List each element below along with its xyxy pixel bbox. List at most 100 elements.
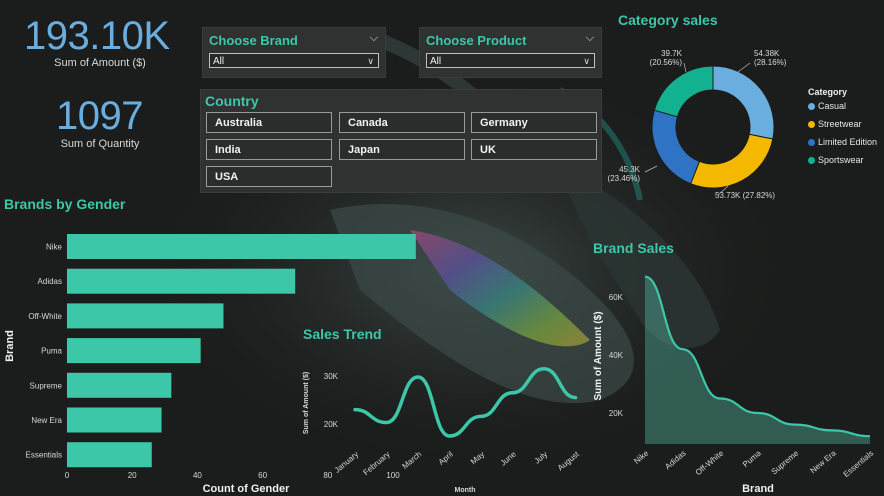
x-tick-label: Supreme	[770, 448, 801, 476]
donut-data-label-line: 53.73K (27.82%)	[715, 191, 775, 200]
x-tick-label: Puma	[741, 448, 763, 469]
country-option-usa[interactable]: USA	[206, 166, 332, 187]
legend-item-sportswear[interactable]: Sportswear	[808, 155, 864, 165]
bar-supreme	[67, 372, 172, 398]
bar-essentials	[67, 442, 152, 468]
legend-dot	[808, 102, 815, 110]
bar-category-label: Puma	[41, 347, 62, 356]
bar-offwhite	[67, 303, 224, 329]
brand-dropdown[interactable]: All ∨	[209, 53, 379, 68]
country-option-canada[interactable]: Canada	[339, 112, 465, 133]
x-axis-title: Month	[455, 487, 476, 494]
data-label-leader	[683, 62, 687, 73]
bar-category-label: New Era	[31, 416, 62, 425]
donut-data-label-line: 54.38K	[754, 49, 780, 58]
x-axis-title: Count of Gender	[203, 483, 290, 495]
bar-category-label: Nike	[46, 243, 63, 252]
product-slicer: Choose Product ⌵ All ∨	[419, 27, 602, 78]
x-tick-label: March	[400, 450, 423, 471]
legend-label: Sportswear	[818, 155, 864, 165]
legend-dot	[808, 156, 815, 164]
country-option-india[interactable]: India	[206, 139, 332, 160]
donut-data-label-line: 45.3K	[619, 165, 641, 174]
donut-data-label: 39.7K (20.56%)	[650, 49, 683, 67]
x-tick-label: Off-White	[694, 448, 726, 477]
sales-trend-line	[353, 367, 578, 438]
legend-item-streetwear[interactable]: Streetwear	[808, 119, 862, 129]
country-slicer-title: Country	[205, 93, 259, 109]
brand-sales-title: Brand Sales	[593, 240, 674, 256]
x-tick-label: July	[533, 450, 550, 466]
legend-dot	[808, 138, 815, 146]
amount-kpi-value: 193.10K	[24, 14, 170, 58]
legend-item-limited-edition[interactable]: Limited Edition	[808, 137, 877, 147]
sales-trend-chart: 20K 30K January February March April May June Ju…	[303, 367, 581, 494]
country-option-australia[interactable]: Australia	[206, 112, 332, 133]
bar-puma	[67, 338, 201, 364]
x-tick-label: Adidas	[663, 449, 688, 472]
brand-slicer: Choose Brand ⌵ All ∨	[202, 27, 386, 78]
donut-data-label-line: 39.7K	[661, 49, 683, 58]
chevron-down-icon[interactable]: ⌵	[370, 32, 378, 45]
data-label-leader	[737, 62, 751, 73]
x-tick-label: 0	[65, 471, 70, 480]
data-label-leader	[644, 165, 658, 173]
y-tick-label: 20K	[324, 420, 339, 429]
x-tick-label: 60	[258, 471, 267, 480]
country-option-germany[interactable]: Germany	[471, 112, 597, 133]
category-legend-title: Category	[808, 87, 848, 97]
bar-category-label: Off-White	[28, 312, 62, 321]
y-axis-title: Sum of Amount ($)	[303, 372, 310, 434]
chevron-down-icon: ∨	[367, 56, 374, 66]
x-tick-label: 40	[193, 471, 202, 480]
brands-by-gender-title: Brands by Gender	[4, 196, 126, 212]
category-sales-chart: 54.38K (28.16%) 53.73K (27.82%) 45.3K (23.46…	[608, 49, 787, 200]
bar-category-label: Essentials	[26, 451, 62, 460]
y-axis-title: Brand	[4, 330, 16, 362]
product-dropdown[interactable]: All ∨	[426, 53, 595, 68]
donut-slice-limitededition	[651, 109, 701, 185]
donut-data-label: 45.3K (23.46%)	[608, 165, 641, 183]
donut-data-label: 54.38K (28.16%)	[754, 49, 787, 67]
x-axis-title: Brand	[742, 483, 774, 495]
y-tick-label: 20K	[609, 409, 624, 418]
legend-item-casual[interactable]: Casual	[808, 101, 846, 111]
x-tick-label: February	[361, 450, 391, 477]
x-tick-label: May	[469, 450, 486, 467]
x-tick-label: April	[437, 450, 455, 467]
bar-nike	[67, 234, 416, 259]
bar-adidas	[67, 268, 296, 294]
y-tick-label: 60K	[609, 293, 624, 302]
legend-label: Streetwear	[818, 119, 862, 129]
category-sales-title: Category sales	[618, 12, 718, 28]
brand-sales-chart: 20K 40K 60K Nike Adidas Off-White Puma Supreme N…	[593, 275, 876, 495]
y-axis-title: Sum of Amount ($)	[593, 311, 604, 400]
y-tick-label: 40K	[609, 351, 624, 360]
legend-dot	[808, 120, 815, 128]
donut-slice-casual	[712, 65, 775, 140]
country-option-uk[interactable]: UK	[471, 139, 597, 160]
x-tick-label: Nike	[632, 448, 650, 466]
product-dropdown-value: All	[430, 56, 442, 67]
brand-sales-area	[645, 276, 870, 444]
chevron-down-icon: ∨	[583, 56, 590, 66]
legend-label: Limited Edition	[818, 137, 878, 147]
country-option-japan[interactable]: Japan	[339, 139, 465, 160]
brand-dropdown-value: All	[213, 56, 225, 67]
donut-data-label: 53.73K (27.82%)	[715, 191, 775, 200]
x-tick-label: Essentials	[842, 449, 876, 479]
quantity-kpi-value: 1097	[56, 94, 143, 138]
donut-data-label-line: (23.46%)	[608, 174, 641, 183]
x-tick-label: August	[556, 449, 581, 472]
donut-slice-sportswear	[653, 65, 714, 118]
amount-kpi-label: Sum of Amount ($)	[54, 57, 146, 69]
product-slicer-title: Choose Product	[426, 33, 527, 48]
y-tick-label: 30K	[324, 372, 339, 381]
donut-data-label-line: (28.16%)	[754, 58, 787, 67]
chevron-down-icon[interactable]: ⌵	[586, 32, 594, 45]
donut-data-label-line: (20.56%)	[650, 58, 683, 67]
bar-category-label: Supreme	[30, 381, 63, 390]
x-tick-label: New Era	[808, 448, 838, 475]
donut-slice-streetwear	[689, 133, 774, 189]
brand-slicer-title: Choose Brand	[209, 33, 298, 48]
